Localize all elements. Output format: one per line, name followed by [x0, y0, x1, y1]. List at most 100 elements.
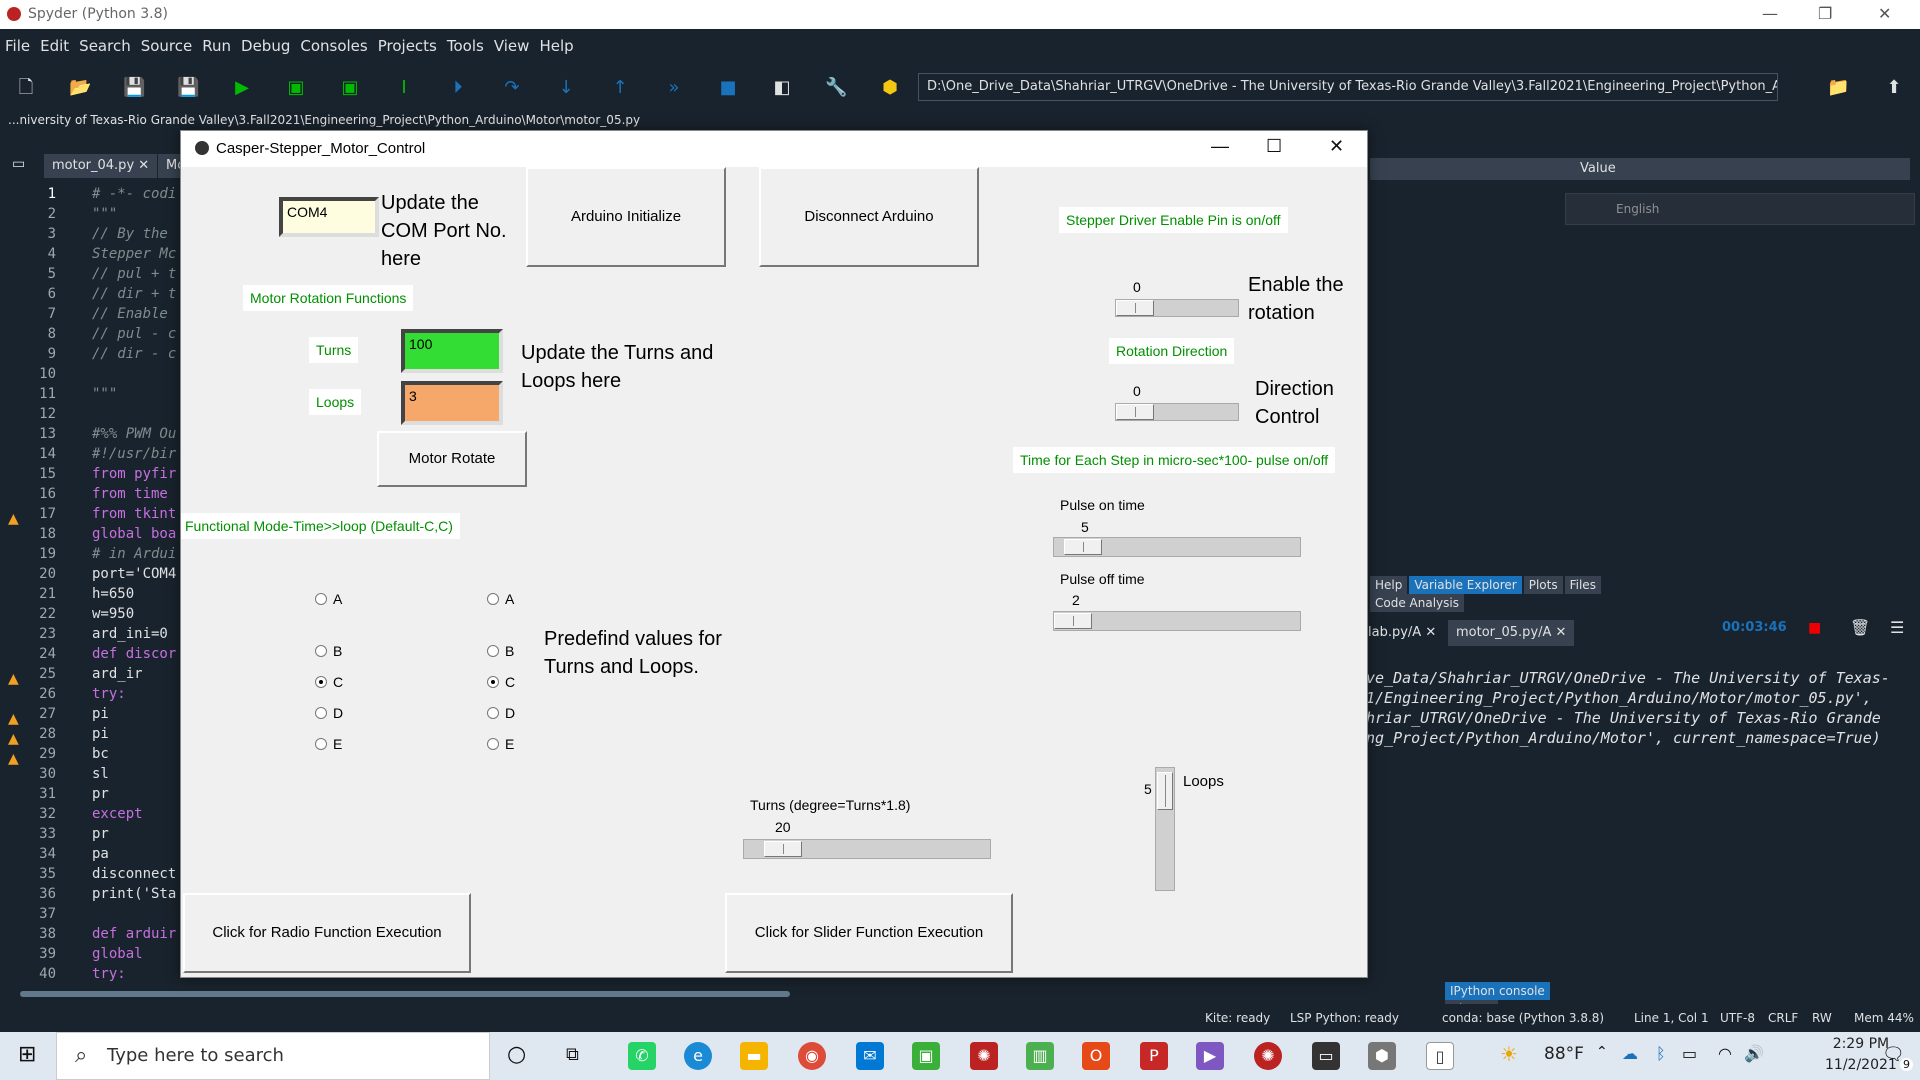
warning-icon[interactable]: ▲	[8, 731, 19, 747]
editor-hscrollbar[interactable]	[10, 988, 1080, 1000]
warning-icon[interactable]: ▲	[8, 751, 19, 767]
stop-kernel-icon[interactable]: ■	[1808, 620, 1821, 636]
taskbar-search[interactable]: ⌕ Type here to search	[56, 1032, 490, 1080]
console-tab-motor05[interactable]: motor_05.py/A ✕	[1448, 620, 1575, 646]
onedrive-icon[interactable]: ☁	[1622, 1044, 1638, 1063]
new-file-icon[interactable]: 🗋	[15, 77, 37, 99]
com-port-input[interactable]: COM4	[279, 197, 379, 237]
loops-input[interactable]: 3	[401, 381, 503, 425]
stop-icon[interactable]: ■	[717, 77, 739, 99]
pdf-tool-icon[interactable]: P	[1140, 1042, 1168, 1070]
ipython-console-output[interactable]: ve_Data/Shahriar_UTRGV/OneDrive - The Un…	[1366, 668, 1906, 778]
wifi-icon[interactable]: ◠	[1718, 1044, 1732, 1063]
bluetooth-icon[interactable]: ᛒ	[1656, 1044, 1666, 1063]
run-icon[interactable]: ▶	[231, 77, 253, 99]
loops-radio-e[interactable]: E	[487, 736, 514, 752]
remote-desktop-icon[interactable]: ▣	[912, 1042, 940, 1070]
cortana-icon[interactable]: ○	[507, 1042, 526, 1067]
mail-icon[interactable]: ✉	[856, 1042, 884, 1070]
turns-radio-b[interactable]: B	[315, 643, 342, 659]
menu-run[interactable]: Run	[197, 29, 236, 55]
document-icon[interactable]: ▯	[1426, 1042, 1454, 1070]
maximize-pane-icon[interactable]: ◧	[771, 77, 793, 99]
dialog-minimize-icon[interactable]: —	[1211, 136, 1229, 157]
turns-radio-e[interactable]: E	[315, 736, 342, 752]
terminal-icon[interactable]: ▭	[1312, 1042, 1340, 1070]
options-menu-icon[interactable]: ☰	[1890, 618, 1904, 637]
warning-icon[interactable]: ▲	[8, 511, 19, 527]
value-column-header[interactable]: Value	[1370, 158, 1910, 180]
loops-vertical-slider[interactable]	[1155, 767, 1175, 891]
tab-code-analysis[interactable]: Code Analysis	[1370, 594, 1464, 612]
restore-icon[interactable]: ❐	[1818, 4, 1832, 23]
menu-help[interactable]: Help	[534, 29, 578, 55]
battery-icon[interactable]: ▭	[1682, 1044, 1697, 1063]
code-editor[interactable]: # -*- codi """ // By the Stepper Mc // pul +…	[84, 184, 194, 984]
windows-start-icon[interactable]: ⊞	[18, 1042, 36, 1067]
warning-icon[interactable]: ▲	[8, 671, 19, 687]
tab-files[interactable]: Files	[1564, 576, 1601, 594]
slider-handle[interactable]	[1054, 613, 1092, 629]
motor-rotate-button[interactable]: Motor Rotate	[377, 431, 527, 487]
turns-input[interactable]: 100	[401, 329, 503, 373]
menu-tools[interactable]: Tools	[442, 29, 489, 55]
run-selection-icon[interactable]: I	[393, 77, 415, 99]
slider-handle[interactable]	[764, 841, 802, 857]
menu-edit[interactable]: Edit	[35, 29, 74, 55]
menu-source[interactable]: Source	[136, 29, 198, 55]
direction-slider[interactable]	[1115, 403, 1239, 421]
debug-icon[interactable]: ⏵	[447, 77, 469, 99]
menu-debug[interactable]: Debug	[236, 29, 295, 55]
browse-tabs-icon[interactable]: ▭	[12, 156, 25, 172]
tab-help[interactable]: Help	[1370, 576, 1408, 594]
turns-slider[interactable]	[743, 839, 991, 859]
continue-icon[interactable]: »	[663, 77, 685, 99]
menu-consoles[interactable]: Consoles	[295, 29, 372, 55]
dialog-close-icon[interactable]: ✕	[1329, 136, 1344, 157]
edge-icon[interactable]: e	[684, 1042, 712, 1070]
loops-radio-d[interactable]: D	[487, 705, 515, 721]
parent-dir-icon[interactable]: ⬆	[1883, 77, 1905, 99]
close-icon[interactable]: ✕	[1878, 4, 1891, 23]
menu-view[interactable]: View	[489, 29, 535, 55]
tab-variable-explorer[interactable]: Variable Explorer	[1409, 576, 1522, 594]
visual-studio-icon[interactable]: ▶	[1196, 1042, 1224, 1070]
turns-radio-c[interactable]: C	[315, 674, 343, 690]
run-cell-advance-icon[interactable]: ▣	[339, 77, 361, 99]
loops-radio-b[interactable]: B	[487, 643, 514, 659]
spyder-taskbar-icon[interactable]: ✺	[970, 1042, 998, 1070]
browse-folder-icon[interactable]: 📁	[1827, 77, 1849, 99]
console-tab-lab[interactable]: lab.py/A ✕	[1360, 620, 1445, 646]
pulse-on-slider[interactable]	[1053, 537, 1301, 557]
turns-radio-a[interactable]: A	[315, 591, 342, 607]
slider-handle[interactable]	[1157, 772, 1173, 810]
working-directory-input[interactable]: D:\One_Drive_Data\Shahriar_UTRGV\OneDriv…	[918, 73, 1778, 101]
tab-motor-04[interactable]: motor_04.py ✕	[44, 154, 158, 178]
save-all-icon[interactable]: 💾	[177, 77, 199, 99]
tray-chevron-icon[interactable]: ⌃	[1596, 1044, 1608, 1060]
python-path-icon[interactable]: ⬢	[879, 77, 901, 99]
turns-radio-d[interactable]: D	[315, 705, 343, 721]
loops-radio-a[interactable]: A	[487, 591, 514, 607]
warning-icon[interactable]: ▲	[8, 711, 19, 727]
enable-slider[interactable]	[1115, 299, 1239, 317]
slider-handle[interactable]	[1116, 404, 1154, 420]
menu-file[interactable]: File	[0, 29, 35, 55]
python-launcher-icon[interactable]: ⬢	[1368, 1042, 1396, 1070]
task-view-icon[interactable]: ⧉	[566, 1044, 579, 1065]
radio-execute-button[interactable]: Click for Radio Function Execution	[183, 893, 471, 973]
slider-handle[interactable]	[1064, 539, 1102, 555]
volume-icon[interactable]: 🔊	[1744, 1044, 1764, 1063]
arduino-initialize-button[interactable]: Arduino Initialize	[526, 167, 726, 267]
slider-execute-button[interactable]: Click for Slider Function Execution	[725, 893, 1013, 973]
minimize-icon[interactable]: —	[1762, 4, 1778, 23]
tab-ipython-console[interactable]: IPython console	[1445, 982, 1550, 1000]
file-explorer-icon[interactable]: ▬	[740, 1042, 768, 1070]
slider-handle[interactable]	[1116, 300, 1154, 316]
step-icon[interactable]: ↷	[501, 77, 523, 99]
disconnect-arduino-button[interactable]: Disconnect Arduino	[759, 167, 979, 267]
office-icon[interactable]: O	[1082, 1042, 1110, 1070]
step-into-icon[interactable]: ↓	[555, 77, 577, 99]
tab-plots[interactable]: Plots	[1523, 576, 1563, 594]
save-icon[interactable]: 💾	[123, 77, 145, 99]
